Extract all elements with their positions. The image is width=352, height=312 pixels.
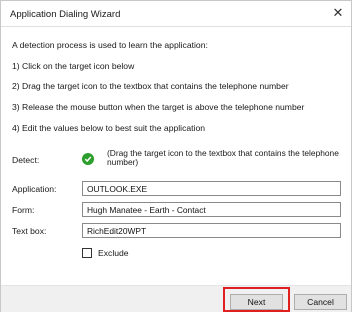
form-input[interactable] [82, 202, 341, 217]
application-label: Application: [12, 184, 57, 194]
step-3-text: 3) Release the mouse button when the tar… [12, 102, 305, 112]
close-icon[interactable]: ✕ [327, 3, 349, 23]
window-title: Application Dialing Wizard [10, 9, 121, 20]
step-1-text: 1) Click on the target icon below [12, 61, 135, 71]
form-label: Form: [12, 205, 35, 215]
step-4-text: 4) Edit the values below to best suit th… [12, 123, 205, 133]
detect-hint: (Drag the target icon to the textbox tha… [107, 148, 339, 167]
exclude-label: Exclude [98, 248, 129, 258]
step-2-text: 2) Drag the target icon to the textbox t… [12, 81, 289, 91]
application-input[interactable] [82, 181, 341, 196]
textbox-label: Text box: [12, 226, 47, 236]
cancel-button[interactable]: Cancel [294, 294, 347, 310]
intro-text: A detection process is used to learn the… [12, 40, 208, 50]
detect-label: Detect: [12, 155, 40, 165]
title-bar: Application Dialing Wizard ✕ [1, 1, 351, 27]
wizard-dialog: Application Dialing Wizard ✕ A detection… [0, 0, 352, 312]
exclude-checkbox[interactable] [82, 248, 92, 258]
green-check-circle-icon[interactable] [82, 153, 94, 165]
textbox-input[interactable] [82, 223, 341, 238]
next-button-highlight [223, 287, 290, 312]
